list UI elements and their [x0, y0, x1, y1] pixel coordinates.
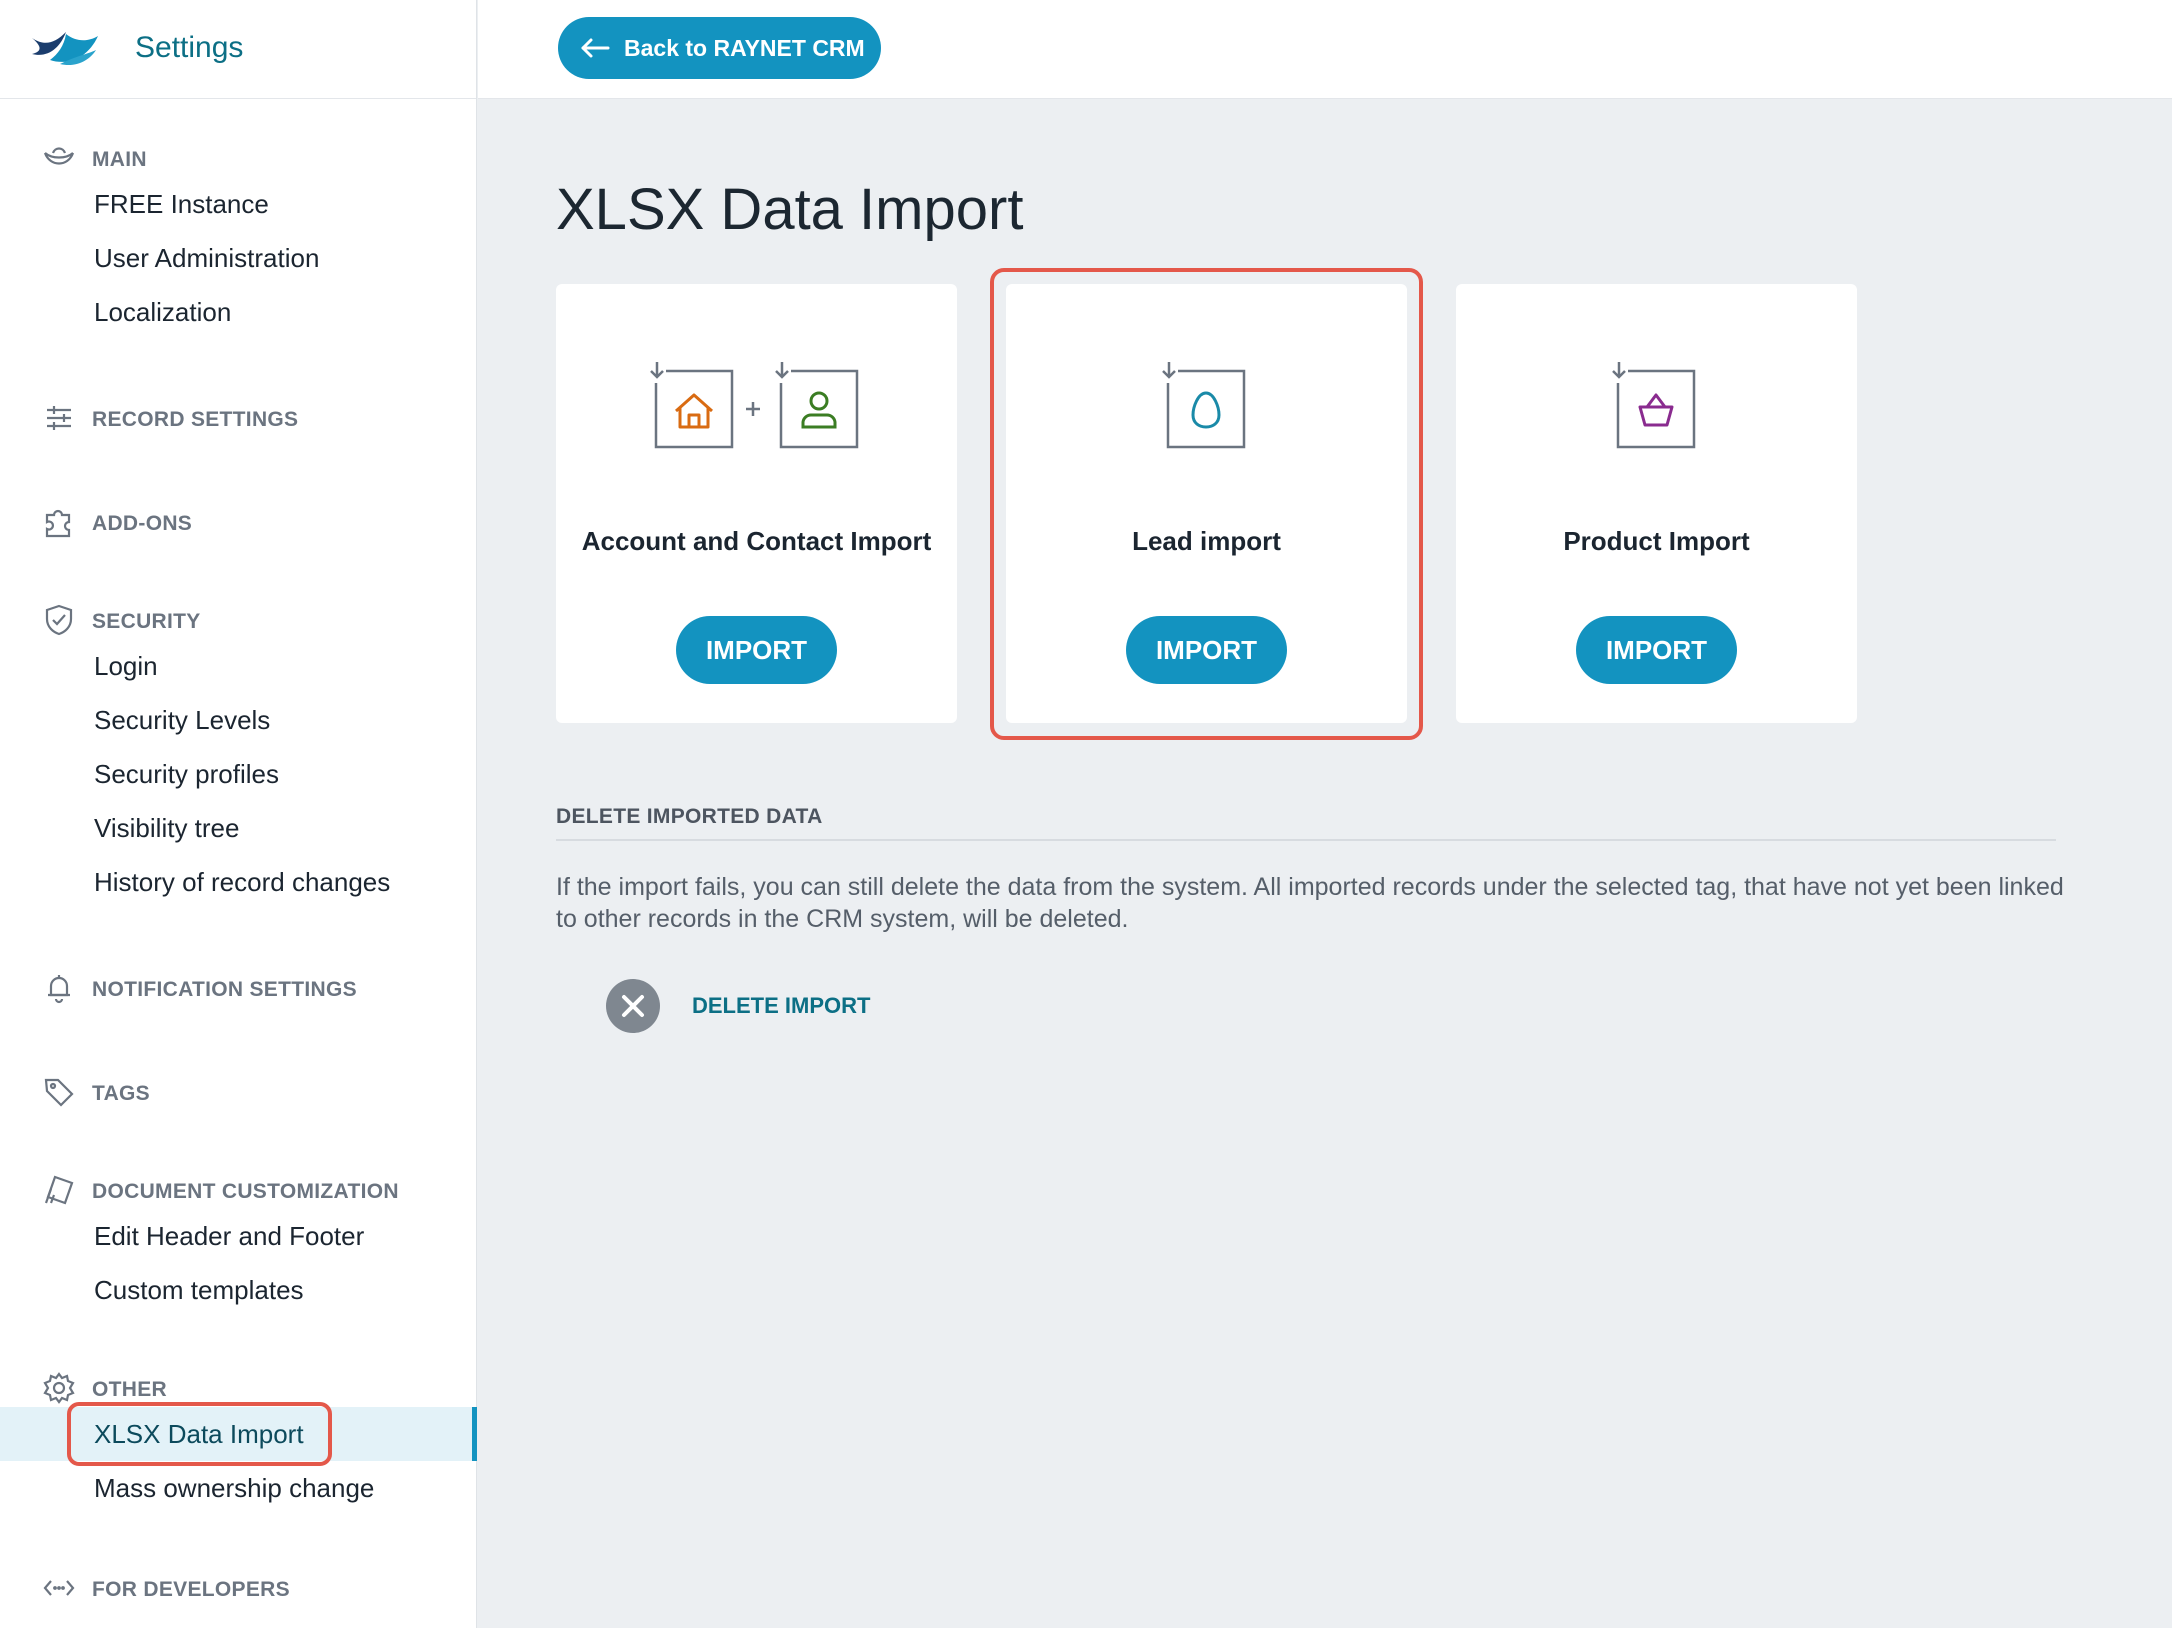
close-icon — [606, 979, 660, 1033]
sliders-icon — [47, 406, 71, 430]
code-icon — [43, 1580, 75, 1596]
section-other: OTHER XLSX Data Import Mass ownership ch… — [0, 1367, 477, 1515]
account-contact-illustration — [648, 361, 859, 449]
app-title: Settings — [135, 31, 244, 64]
section-security: SECURITY Login Security Levels Security … — [0, 599, 477, 909]
page-title: XLSX Data Import — [556, 177, 1024, 242]
section-header-record-settings[interactable]: RECORD SETTINGS — [0, 397, 477, 437]
document-icon — [44, 1175, 74, 1205]
section-record-settings: RECORD SETTINGS — [0, 397, 477, 437]
section-document-customization: DOCUMENT CUSTOMIZATION Edit Header and F… — [0, 1169, 477, 1317]
sidebar-item-history-of-record-changes[interactable]: History of record changes — [0, 855, 477, 909]
hat-icon — [43, 147, 75, 165]
card-product-import: Product Import IMPORT — [1456, 284, 1857, 723]
sidebar-item-user-administration[interactable]: User Administration — [0, 231, 477, 285]
product-illustration — [1610, 361, 1696, 449]
section-header-notification-settings[interactable]: NOTIFICATION SETTINGS — [0, 967, 477, 1007]
house-icon — [648, 361, 734, 449]
section-add-ons: ADD-ONS — [0, 501, 477, 541]
sidebar-item-localization[interactable]: Localization — [0, 285, 477, 339]
section-header-tags[interactable]: TAGS — [0, 1071, 477, 1111]
topbar: Back to RAYNET CRM — [478, 0, 2172, 99]
basket-icon — [1610, 361, 1696, 449]
raynet-logo[interactable] — [30, 24, 102, 68]
section-header-other[interactable]: OTHER — [0, 1367, 477, 1407]
arrow-left-icon — [581, 38, 610, 58]
sidebar-item-mass-ownership-change[interactable]: Mass ownership change — [0, 1461, 477, 1515]
sidebar-header: Settings — [0, 0, 476, 99]
tag-icon — [44, 1078, 74, 1107]
section-notification-settings: NOTIFICATION SETTINGS — [0, 967, 477, 1007]
section-tags: TAGS — [0, 1071, 477, 1111]
sidebar-item-edit-header-and-footer[interactable]: Edit Header and Footer — [0, 1209, 477, 1263]
section-header-security[interactable]: SECURITY — [0, 599, 477, 639]
back-to-crm-button[interactable]: Back to RAYNET CRM — [558, 17, 881, 79]
highlight-annotation-sidebar — [67, 1402, 332, 1466]
sidebar-item-free-instance[interactable]: FREE Instance — [0, 177, 477, 231]
sidebar-item-security-profiles[interactable]: Security profiles — [0, 747, 477, 801]
card-title: Account and Contact Import — [581, 526, 932, 556]
sidebar-item-login[interactable]: Login — [0, 639, 477, 693]
puzzle-icon — [45, 509, 71, 538]
divider — [556, 839, 2056, 841]
sidebar-item-custom-templates[interactable]: Custom templates — [0, 1263, 477, 1317]
card-title: Product Import — [1563, 526, 1750, 556]
sidebar-item-security-levels[interactable]: Security Levels — [0, 693, 477, 747]
section-header-add-ons[interactable]: ADD-ONS — [0, 501, 477, 541]
section-main: MAIN FREE Instance User Administration L… — [0, 137, 477, 339]
gear-icon — [43, 1372, 75, 1404]
bell-icon — [48, 975, 70, 1004]
delete-section-heading: DELETE IMPORTED DATA — [556, 805, 823, 828]
sidebar-item-xlsx-data-import[interactable]: XLSX Data Import — [0, 1402, 477, 1466]
section-for-developers: FOR DEVELOPERS — [0, 1567, 477, 1607]
sidebar-item-visibility-tree[interactable]: Visibility tree — [0, 801, 477, 855]
section-header-for-developers[interactable]: FOR DEVELOPERS — [0, 1567, 477, 1607]
section-header-main[interactable]: MAIN — [0, 137, 477, 177]
delete-section-description: If the import fails, you can still delet… — [556, 873, 2064, 933]
section-header-document-customization[interactable]: DOCUMENT CUSTOMIZATION — [0, 1169, 477, 1209]
shield-icon — [45, 604, 73, 636]
card-account-contact-import: Account and Contact Import IMPORT — [556, 284, 957, 723]
import-button[interactable]: IMPORT — [676, 616, 837, 684]
highlight-annotation-lead-card — [990, 268, 1423, 740]
sidebar: Settings MAIN FREE Instance User Adminis… — [0, 0, 477, 1628]
delete-import-button[interactable]: DELETE IMPORT — [606, 979, 870, 1033]
import-button[interactable]: IMPORT — [1576, 616, 1737, 684]
person-icon — [773, 361, 859, 449]
